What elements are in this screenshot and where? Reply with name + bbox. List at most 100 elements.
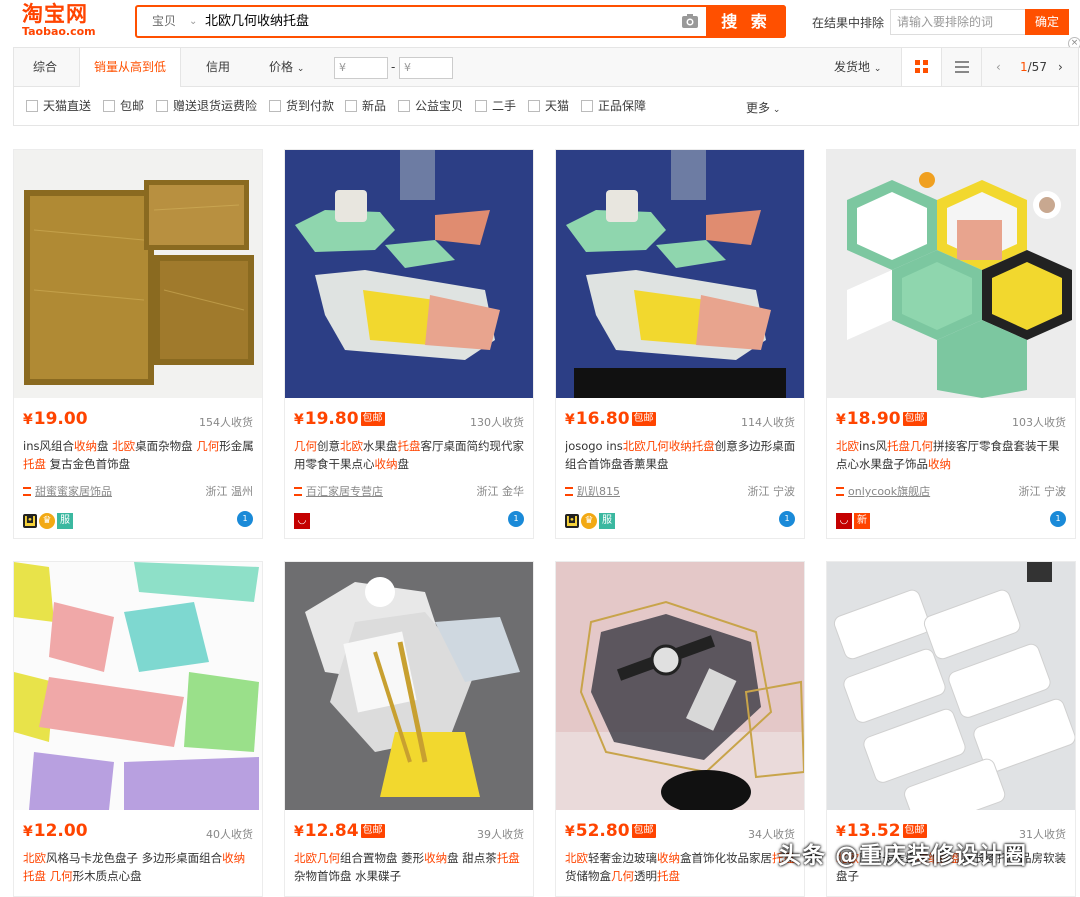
- new-icon: 新: [854, 512, 870, 529]
- sort-credit[interactable]: 信用: [206, 48, 230, 86]
- checkbox[interactable]: [156, 100, 168, 112]
- seller-badges: ◘ ♛ 服: [23, 510, 75, 529]
- product-title[interactable]: 几何创意北欧水果盘托盘客厅桌面简约现代家用零食干果点心收纳盘: [294, 437, 526, 473]
- checkbox[interactable]: [528, 100, 540, 112]
- filter-free-shipping[interactable]: 包邮: [103, 99, 144, 115]
- filter-charity[interactable]: 公益宝贝: [398, 99, 463, 115]
- sort-price[interactable]: 价格 ⌄: [269, 48, 304, 86]
- list-icon: [955, 61, 969, 73]
- product-image[interactable]: [827, 150, 1075, 398]
- search-input[interactable]: 北欧几何收纳托盘: [205, 7, 675, 36]
- ship-from-dropdown[interactable]: 发货地 ⌄: [834, 48, 881, 86]
- price-max-input[interactable]: ¥: [399, 57, 453, 79]
- product-image[interactable]: [285, 150, 533, 398]
- filter-label: 二手: [492, 99, 517, 113]
- camera-icon[interactable]: [681, 13, 699, 29]
- product-image[interactable]: [285, 562, 533, 810]
- filter-tmall[interactable]: 天猫: [528, 99, 569, 115]
- filter-label: 货到付款: [286, 99, 335, 113]
- search-button[interactable]: 搜 索: [706, 5, 786, 38]
- product-title[interactable]: 北欧ins风托盘几何拼接客厅零食盘套装干果点心水果盘子饰品收纳: [836, 437, 1068, 473]
- next-page-icon[interactable]: ›: [1058, 48, 1063, 86]
- seller-badges: ◡: [294, 510, 312, 529]
- filter-secondhand[interactable]: 二手: [475, 99, 516, 115]
- shop-link[interactable]: onlycook旗舰店: [836, 483, 930, 499]
- wangwang-chat-icon[interactable]: 1: [508, 511, 524, 527]
- wangwang-chat-icon[interactable]: 1: [779, 511, 795, 527]
- product-price: ¥12.00: [23, 821, 88, 841]
- checkbox[interactable]: [475, 100, 487, 112]
- more-label: 更多: [746, 101, 771, 115]
- sold-count: 103人收货: [1012, 416, 1066, 429]
- logo-cn: 淘宝网: [22, 2, 88, 26]
- product-card[interactable]: ¥52.80 包邮 34人收货 北欧轻奢金边玻璃收纳盒首饰化妆品家居托盘货储物盒几…: [555, 561, 805, 897]
- product-image[interactable]: [14, 562, 262, 810]
- filter-genuine[interactable]: 正品保障: [581, 99, 646, 115]
- filter-label: 赠送退货运费险: [173, 99, 258, 113]
- grid-icon: [915, 60, 928, 73]
- checkbox[interactable]: [103, 100, 115, 112]
- search-category-label: 宝贝: [152, 14, 177, 28]
- chevron-down-icon: ⌄: [873, 64, 882, 74]
- product-image[interactable]: [827, 562, 1075, 810]
- wangwang-chat-icon[interactable]: 1: [1050, 511, 1066, 527]
- more-filters-button[interactable]: 更多 ⌄: [746, 99, 780, 116]
- ship-location: 浙江 金华: [476, 485, 525, 498]
- tmall-icon: ◡: [294, 512, 310, 529]
- checkbox[interactable]: [26, 100, 38, 112]
- shop-icon: [565, 487, 573, 496]
- filter-new[interactable]: 新品: [345, 99, 386, 115]
- prev-page-icon[interactable]: ‹: [996, 48, 1001, 86]
- logo-en: Taobao.com: [22, 25, 96, 38]
- product-image[interactable]: [556, 562, 804, 810]
- product-card[interactable]: ¥19.00 154人收货 ins风组合收纳盘 北欧桌面杂物盘 几何形金属托盘 …: [13, 149, 263, 539]
- product-card[interactable]: ¥12.84 包邮 39人收货 北欧几何组合置物盘 菱形收纳盘 甜点茶托盘 杂物首…: [284, 561, 534, 897]
- shop-name: 甜蜜蜜家居饰品: [35, 485, 112, 498]
- chevron-down-icon: ⌄: [296, 64, 305, 74]
- product-image[interactable]: [14, 150, 262, 398]
- checkbox[interactable]: [345, 100, 357, 112]
- price-value: 18.90: [846, 409, 901, 429]
- checkbox[interactable]: [269, 100, 281, 112]
- sort-sales-desc[interactable]: 销量从高到低: [79, 48, 181, 87]
- filter-label: 新品: [362, 99, 387, 113]
- product-image[interactable]: [556, 150, 804, 398]
- shop-link[interactable]: 趴趴815: [565, 483, 620, 499]
- product-card[interactable]: ¥12.00 40人收货 北欧风格马卡龙色盘子 多边形桌面组合收纳托盘 几何形木…: [13, 561, 263, 897]
- list-view-button[interactable]: [941, 48, 981, 86]
- product-title[interactable]: 北欧风格马卡龙色盘子 多边形桌面组合收纳托盘 几何形木质点心盘: [23, 849, 255, 885]
- grid-view-button[interactable]: [901, 48, 941, 86]
- checkbox[interactable]: [398, 100, 410, 112]
- product-title[interactable]: 北欧几何组合置物盘 菱形收纳盘 甜点茶托盘 杂物首饰盘 水果碟子: [294, 849, 526, 885]
- price-min-input[interactable]: ¥: [334, 57, 388, 79]
- product-title[interactable]: ins风组合收纳盘 北欧桌面杂物盘 几何形金属托盘 复古金色首饰盘: [23, 437, 255, 473]
- product-card[interactable]: ¥16.80 包邮 114人收货 josogo ins北欧几何收纳托盘创意多边形桌…: [555, 149, 805, 539]
- sold-count: 40人收货: [206, 828, 253, 841]
- filter-tmall-direct[interactable]: 天猫直送: [26, 99, 91, 115]
- product-title[interactable]: 北欧轻奢金边玻璃收纳盒首饰化妆品家居托盘货储物盒几何透明托盘: [565, 849, 797, 885]
- taobao-logo[interactable]: 淘宝网 Taobao.com: [22, 3, 112, 41]
- filter-cod[interactable]: 货到付款: [269, 99, 334, 115]
- sort-price-label: 价格: [269, 60, 294, 74]
- sort-comprehensive[interactable]: 综合: [33, 48, 57, 86]
- filter-bar: 天猫直送 包邮 赠送退货运费险 货到付款 新品 公益宝贝 二手 天猫 正品保障 …: [13, 87, 1079, 126]
- shop-link[interactable]: 甜蜜蜜家居饰品: [23, 483, 112, 499]
- checkbox[interactable]: [581, 100, 593, 112]
- product-price: ¥19.00: [23, 409, 88, 429]
- seller-badges: ◘ ♛ 服: [565, 510, 617, 529]
- exclude-input[interactable]: 请输入要排除的词: [890, 9, 1026, 35]
- filter-return-insurance[interactable]: 赠送退货运费险: [156, 99, 257, 115]
- shop-icon: [294, 487, 302, 496]
- product-card[interactable]: ¥19.80 包邮 130人收货 几何创意北欧水果盘托盘客厅桌面简约现代家用零食干…: [284, 149, 534, 539]
- gold-seller-icon: ◘: [565, 513, 579, 528]
- exclude-confirm-button[interactable]: 确定: [1025, 9, 1069, 35]
- ship-from-label: 发货地: [834, 60, 871, 74]
- wangwang-chat-icon[interactable]: 1: [237, 511, 253, 527]
- product-card[interactable]: ¥18.90 包邮 103人收货 北欧ins风托盘几何拼接客厅零食盘套装干果点心水…: [826, 149, 1076, 539]
- free-shipping-badge: 包邮: [631, 412, 656, 426]
- product-title[interactable]: josogo ins北欧几何收纳托盘创意多边形桌面组合首饰盘香薰果盘: [565, 437, 797, 473]
- watermark: 头条 @重庆装修设计圈: [778, 843, 1028, 869]
- ship-location: 浙江 宁波: [1018, 485, 1067, 498]
- search-category-select[interactable]: 宝贝 ⌄: [137, 7, 203, 36]
- shop-link[interactable]: 百汇家居专营店: [294, 483, 383, 499]
